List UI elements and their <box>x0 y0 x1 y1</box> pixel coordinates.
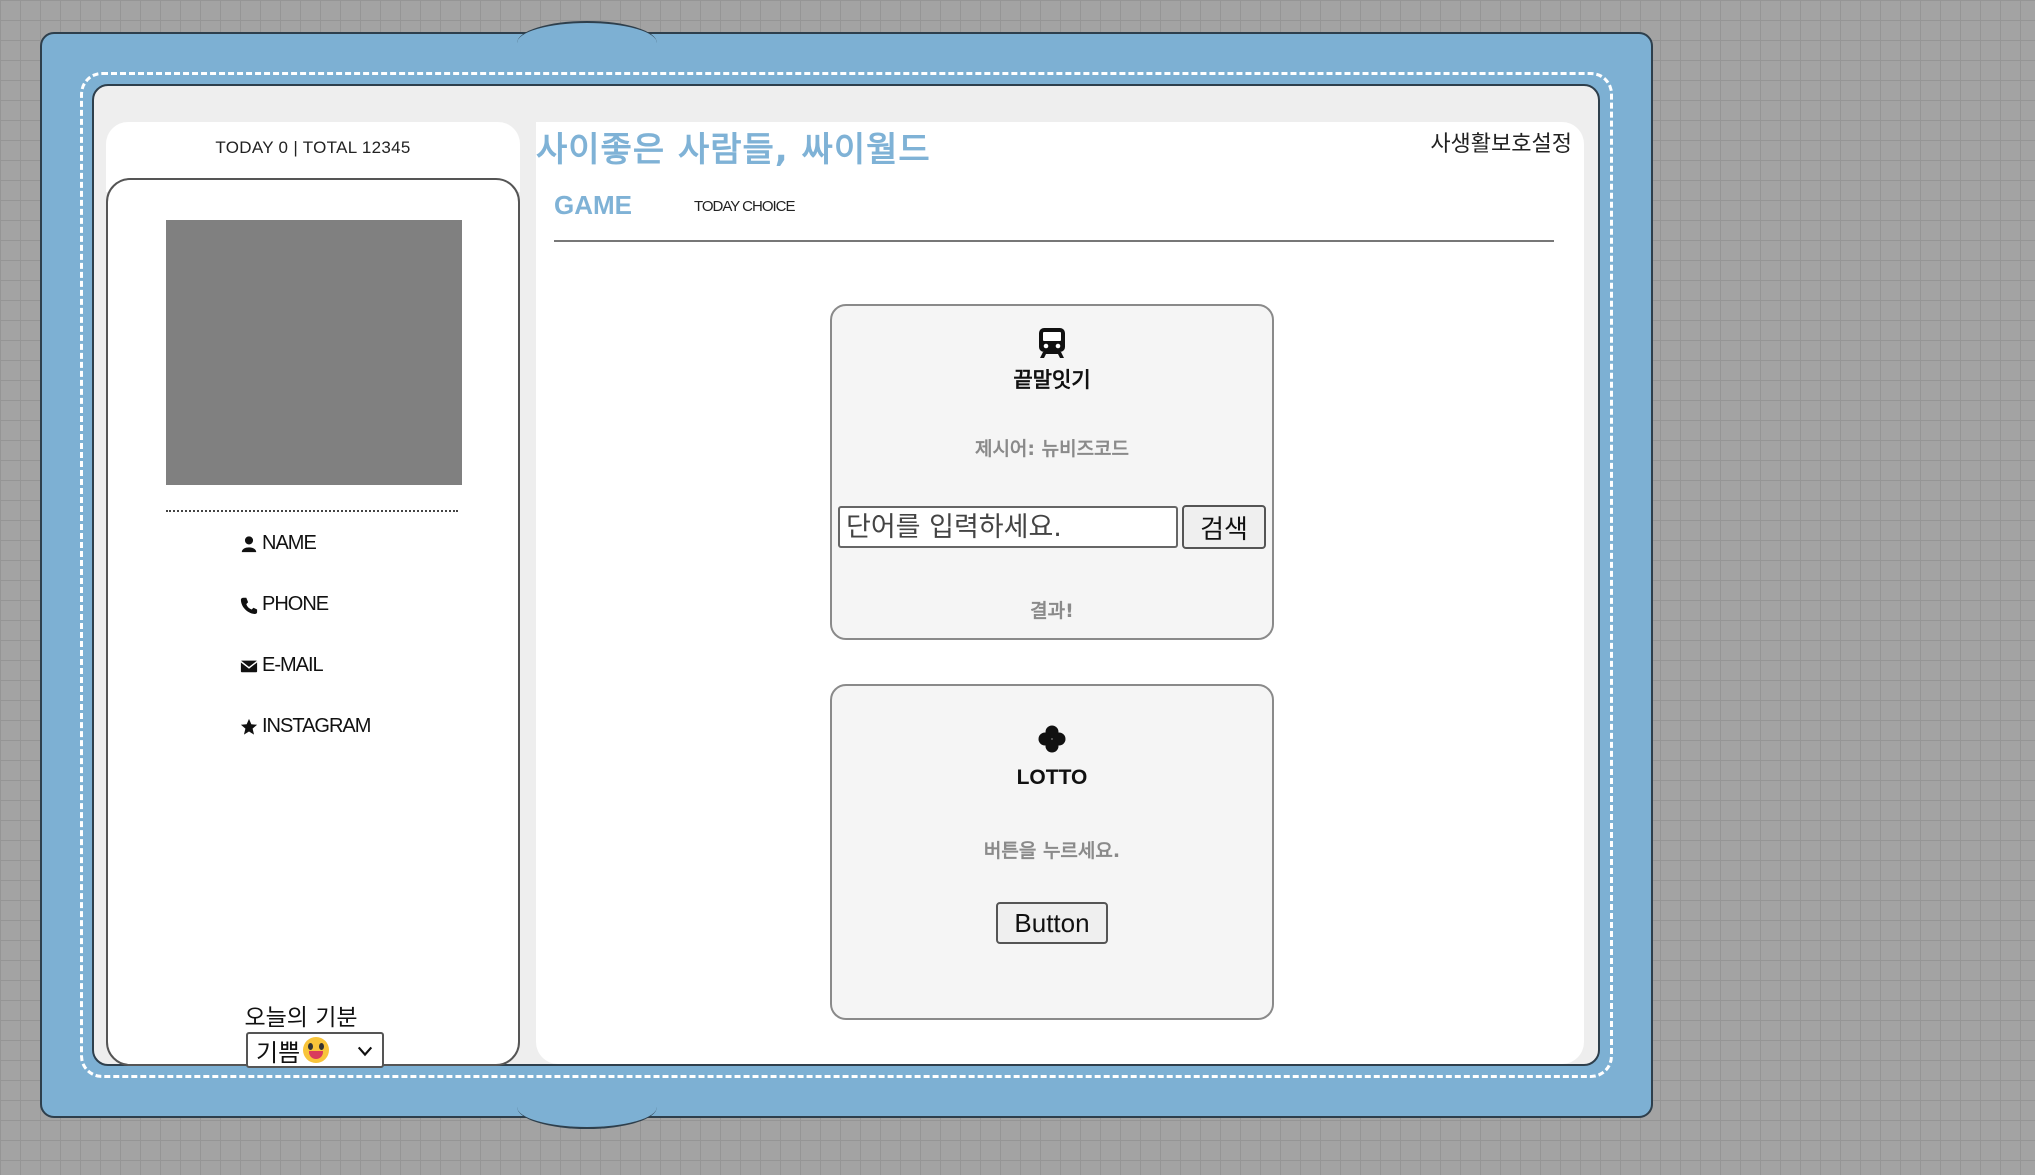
frame-notch-top <box>517 21 657 43</box>
profile-item-label: INSTAGRAM <box>262 715 371 737</box>
page-inner: TODAY 0 | TOTAL 12345 NAME PHONE E-MAIL … <box>92 84 1600 1068</box>
profile-card: NAME PHONE E-MAIL INSTAGRAM 오늘의 기분 기쁨 <box>106 178 520 1068</box>
star-icon <box>240 718 258 735</box>
lotto-hint: 버튼을 누르세요. <box>983 840 1121 862</box>
word-game-hint: 제시어: 뉴비즈코드 <box>974 438 1130 460</box>
privacy-settings-link[interactable]: 사생활보호설정 <box>1430 126 1572 158</box>
clover-icon <box>1038 725 1066 753</box>
word-game-title: 끝말잇기 <box>1013 368 1091 392</box>
lotto-button[interactable]: Button <box>996 902 1108 944</box>
page-title: 사이좋은 사람들, 싸이월드 <box>536 130 931 170</box>
phone-icon <box>240 597 258 614</box>
section-subheading: TODAY CHOICE <box>694 198 796 215</box>
lotto-card: LOTTO 버튼을 누르세요. Button <box>830 684 1274 1020</box>
mood-value: 기쁨 <box>256 1038 301 1067</box>
frame-notch-bottom <box>517 1107 657 1129</box>
visitor-counter: TODAY 0 | TOTAL 12345 <box>215 138 411 157</box>
profile-item-name: NAME <box>240 532 317 555</box>
profile-item-label: PHONE <box>262 593 329 615</box>
profile-divider <box>166 510 458 512</box>
profile-item-email: E-MAIL <box>240 654 324 677</box>
word-input[interactable] <box>838 506 1178 548</box>
section-heading: GAME <box>554 190 632 220</box>
envelope-icon <box>240 660 258 672</box>
user-icon <box>241 535 257 552</box>
profile-item-phone: PHONE <box>240 593 329 616</box>
mood-select[interactable]: 기쁨 <box>246 1032 384 1068</box>
profile-photo <box>166 220 462 485</box>
profile-item-instagram: INSTAGRAM <box>240 715 371 738</box>
search-button[interactable]: 검색 <box>1182 505 1266 549</box>
mood-label: 오늘의 기분 <box>244 1005 358 1031</box>
book-frame: TODAY 0 | TOTAL 12345 NAME PHONE E-MAIL … <box>40 21 1653 1129</box>
section-divider <box>554 240 1554 242</box>
word-game-card: 끝말잇기 제시어: 뉴비즈코드 검색 결과! <box>830 304 1274 640</box>
word-game-result: 결과! <box>1030 600 1074 622</box>
train-icon <box>1039 328 1065 358</box>
profile-item-label: E-MAIL <box>262 654 324 676</box>
profile-item-label: NAME <box>262 532 317 554</box>
chevron-down-icon <box>357 1046 373 1057</box>
grinning-face-icon <box>303 1037 330 1063</box>
lotto-title: LOTTO <box>1016 766 1088 789</box>
